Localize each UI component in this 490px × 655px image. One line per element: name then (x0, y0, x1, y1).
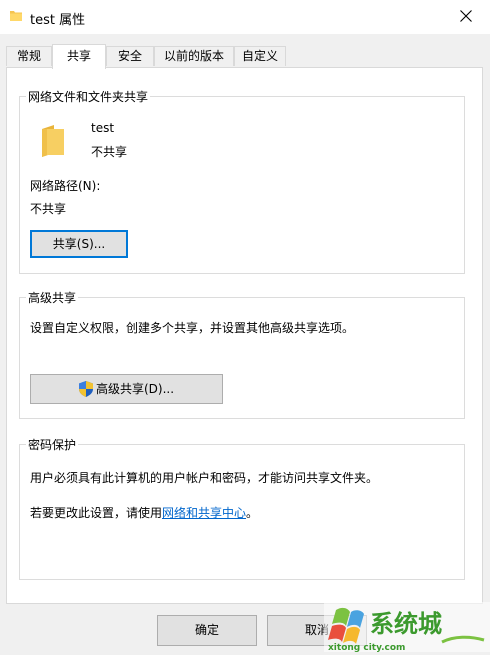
tab-security[interactable]: 安全 (106, 46, 154, 66)
network-sharing-title: 网络文件和文件夹共享 (26, 88, 151, 105)
ok-button[interactable]: 确定 (157, 615, 257, 646)
password-protection-description: 用户必须具有此计算机的用户帐户和密码，才能访问共享文件夹。 (30, 471, 379, 485)
tab-customize[interactable]: 自定义 (234, 46, 286, 66)
folder-icon (42, 125, 64, 157)
advanced-sharing-description: 设置自定义权限，创建多个共享，并设置其他高级共享选项。 (30, 321, 355, 335)
tab-previous-versions[interactable]: 以前的版本 (154, 46, 234, 66)
watermark-brand: 系统城 (370, 610, 442, 638)
tab-sharing[interactable]: 共享 (52, 44, 106, 69)
close-icon (460, 10, 472, 22)
close-button[interactable] (444, 0, 490, 34)
password-protection-group: 密码保护 用户必须具有此计算机的用户帐户和密码，才能访问共享文件夹。 若要更改此… (19, 436, 465, 580)
change-setting-suffix: 。 (246, 506, 259, 520)
network-path-label: 网络路径(N): (30, 179, 101, 193)
advanced-sharing-button[interactable]: 高级共享(D)... (30, 374, 223, 404)
tab-general[interactable]: 常规 (6, 46, 52, 66)
change-setting-prefix: 若要更改此设置，请使用 (30, 506, 163, 520)
change-setting-text: 若要更改此设置，请使用网络和共享中心。 (30, 504, 258, 521)
advanced-sharing-button-label: 高级共享(D)... (95, 382, 175, 396)
folder-name: test (91, 121, 115, 135)
share-button[interactable]: 共享(S)... (30, 230, 128, 258)
network-sharing-group: 网络文件和文件夹共享 test 不共享 网络路径(N): 不共享 共享(S)..… (19, 88, 465, 274)
title-bar: test 属性 (0, 0, 490, 34)
password-protection-title: 密码保护 (26, 436, 79, 453)
window-title: test 属性 (30, 13, 86, 28)
watermark-domain: xitong city.com (328, 643, 405, 652)
watermark-graphic: 系统城 xitong city.com (324, 602, 490, 653)
network-sharing-center-link[interactable]: 网络和共享中心 (162, 506, 246, 520)
advanced-sharing-group: 高级共享 设置自定义权限，创建多个共享，并设置其他高级共享选项。 高级共享(D)… (19, 289, 465, 419)
uac-shield-icon (78, 381, 93, 397)
folder-share-status: 不共享 (91, 145, 128, 159)
folder-icon (10, 11, 22, 21)
advanced-sharing-title: 高级共享 (26, 289, 79, 306)
sharing-panel: 网络文件和文件夹共享 test 不共享 网络路径(N): 不共享 共享(S)..… (6, 67, 483, 604)
network-path-value: 不共享 (30, 202, 67, 216)
watermark-logo: 系统城 xitong city.com (324, 596, 490, 653)
